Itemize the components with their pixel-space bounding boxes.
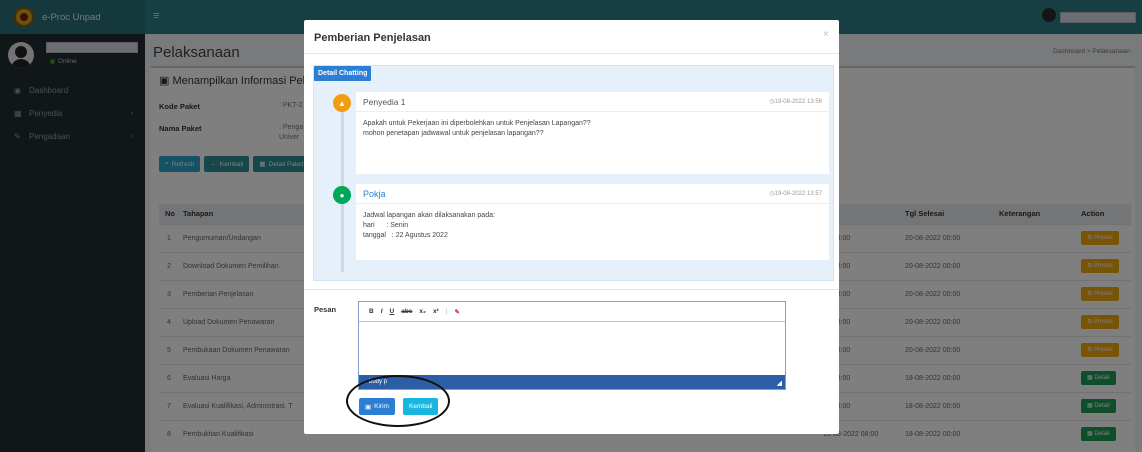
chat-bubble-icon: ● xyxy=(333,186,351,204)
chat-message: Pokja ◷19-08-2022 13:57 Jadwal lapangan … xyxy=(356,184,829,260)
sender-name: Pokja xyxy=(363,188,386,199)
superscript-button[interactable]: x² xyxy=(433,308,439,315)
annotation-ellipse xyxy=(346,375,450,427)
chat-modal: Pemberian Penjelasan × Detail Chatting ▲… xyxy=(304,20,839,434)
chat-message: Penyedia 1 ◷19-08-2022 13:56 Apakah untu… xyxy=(356,92,829,174)
close-icon[interactable]: × xyxy=(823,29,829,40)
remove-format-icon[interactable]: ✎ xyxy=(455,308,460,316)
message-time: ◷19-08-2022 13:56 xyxy=(769,99,822,105)
underline-button[interactable]: U xyxy=(390,308,395,315)
divider xyxy=(304,289,839,290)
message-time: ◷19-08-2022 13:57 xyxy=(769,191,822,197)
message-line: tanggal : 22 Agustus 2022 xyxy=(363,232,448,239)
message-line: mohon penetapan jadwawal untuk penjelasa… xyxy=(363,130,544,137)
divider xyxy=(304,53,839,54)
bold-button[interactable]: B xyxy=(369,308,374,315)
pesan-label: Pesan xyxy=(314,305,337,314)
editor-toolbar: B I U abc x₂ x² | ✎ xyxy=(359,302,785,322)
strikethrough-button[interactable]: abc xyxy=(401,308,412,315)
toolbar-separator: | xyxy=(445,308,448,315)
message-editor: B I U abc x₂ x² | ✎ body p ◢ xyxy=(358,301,786,390)
message-line: Jadwal lapangan akan dilaksanakan pada: xyxy=(363,212,495,219)
message-textarea[interactable] xyxy=(359,322,785,375)
message-line: Apakah untuk Pekerjaan ini diperbolehkan… xyxy=(363,120,591,127)
chat-panel: Detail Chatting ▲ ● Penyedia 1 ◷19-08-20… xyxy=(313,65,834,281)
subscript-button[interactable]: x₂ xyxy=(419,308,426,315)
resize-handle-icon[interactable]: ◢ xyxy=(777,379,782,387)
italic-button[interactable]: I xyxy=(381,308,383,315)
modal-title: Pemberian Penjelasan xyxy=(314,32,431,44)
sender-name: Penyedia 1 xyxy=(363,96,406,107)
message-line: hari : Senin xyxy=(363,222,409,229)
chat-tag: Detail Chatting xyxy=(314,66,372,81)
bell-icon: ▲ xyxy=(333,94,351,112)
timeline-line xyxy=(341,96,344,272)
